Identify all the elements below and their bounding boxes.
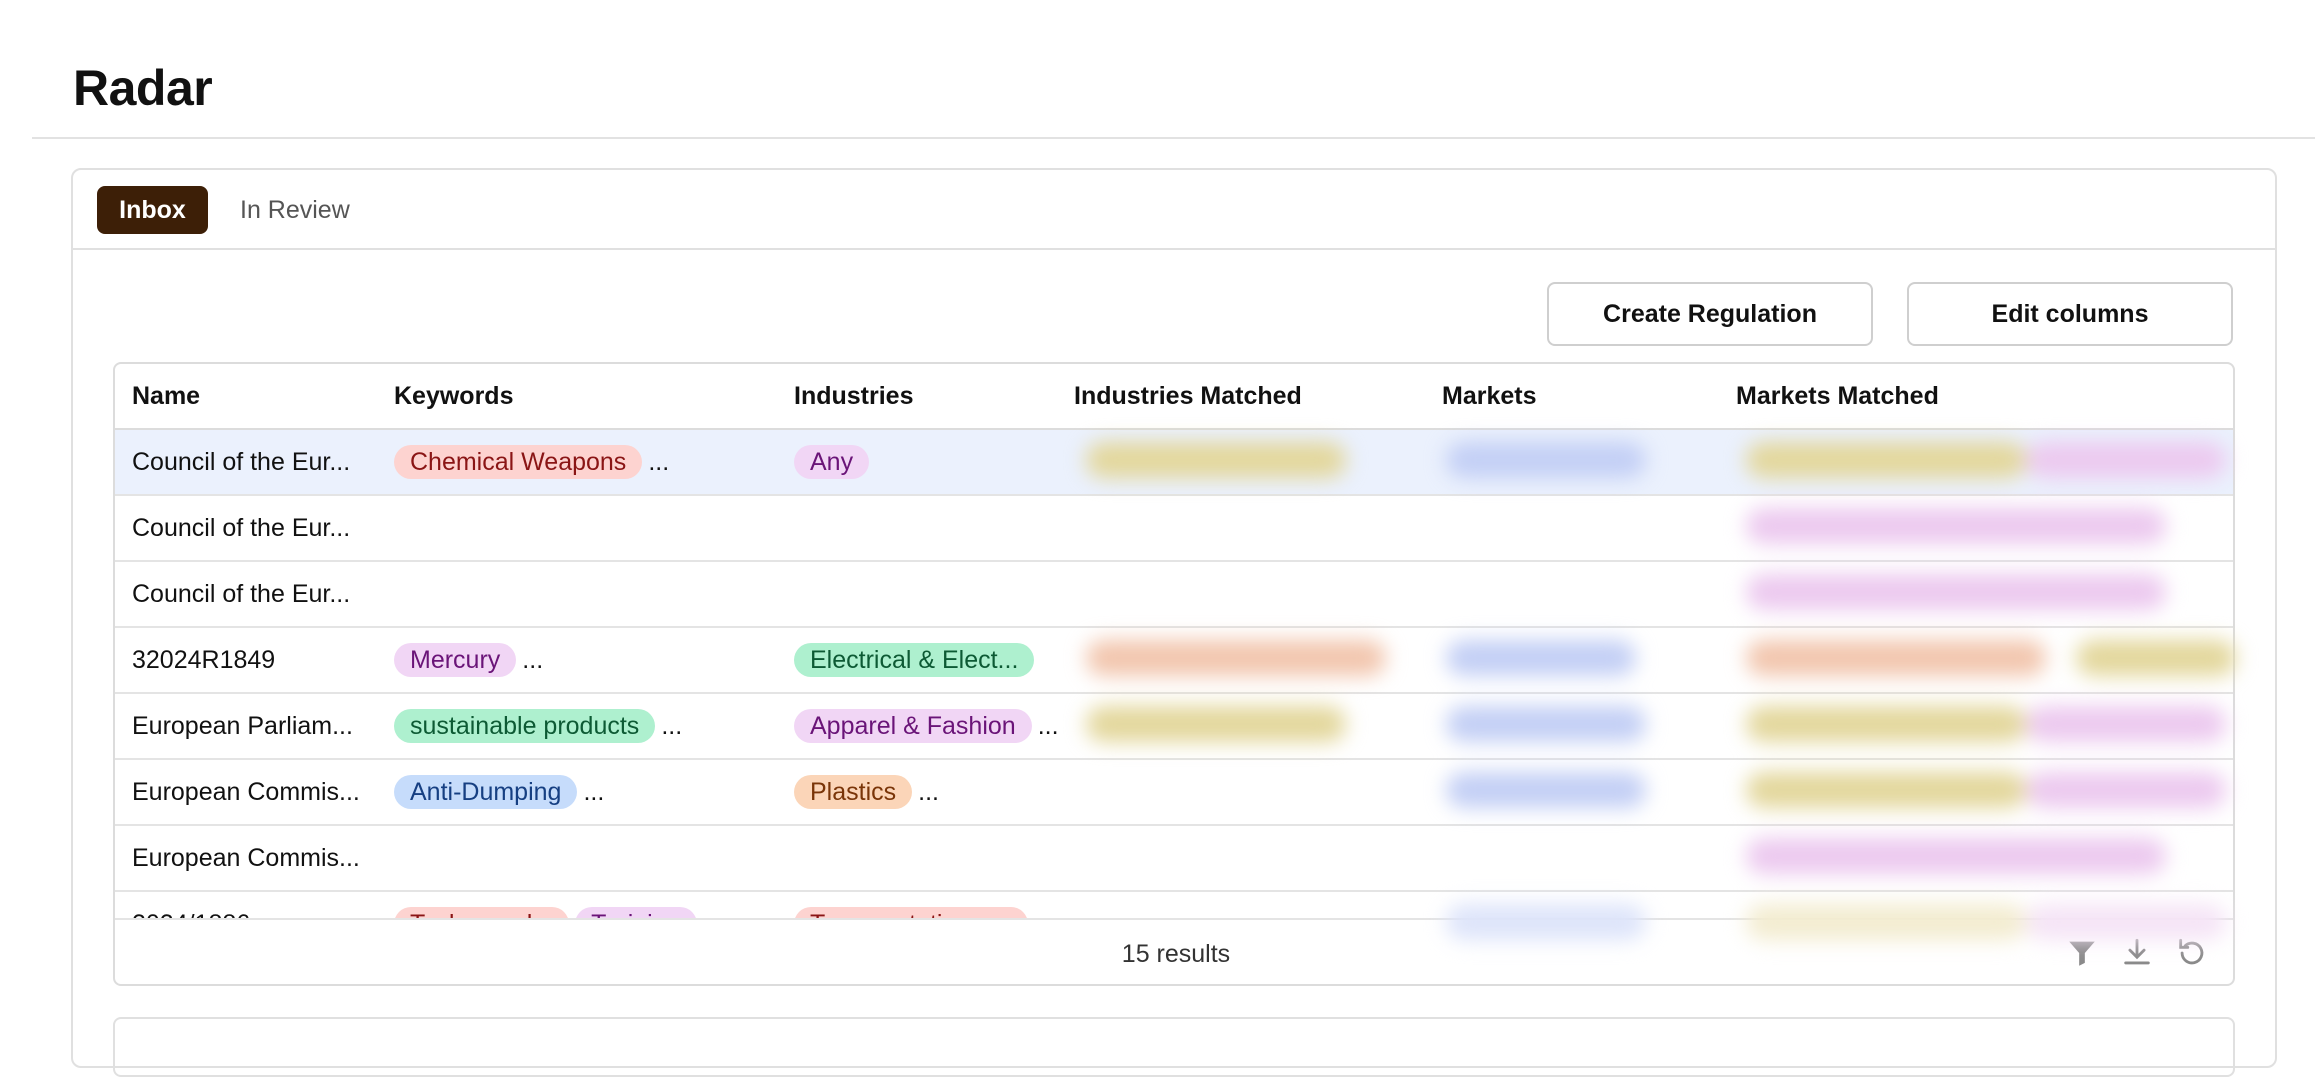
page-title: Radar: [73, 60, 213, 116]
industry-more: ...: [1037, 712, 1059, 740]
redacted-tag: [1746, 904, 2026, 940]
redacted-tag: [1746, 640, 2046, 676]
keyword-tag: Anti-Dumping: [394, 775, 578, 809]
industry-cell: Plastics...: [794, 760, 939, 824]
industry-cell: Any: [794, 430, 875, 494]
redacted-tag: [2026, 904, 2226, 940]
redacted-tag: [1086, 706, 1346, 742]
row-name: Council of the Eur...: [132, 580, 351, 608]
redacted-tag: [1746, 838, 2166, 874]
redacted-tag: [2026, 772, 2226, 808]
redacted-tag: [1446, 640, 1636, 676]
industry-cell: Electrical & Elect...: [794, 628, 1040, 692]
keyword-more: ...: [661, 712, 683, 740]
create-regulation-button[interactable]: Create Regulation: [1547, 282, 1873, 346]
keyword-cell: Tachographs Training: [394, 892, 703, 918]
redacted-tag: [1446, 706, 1646, 742]
redacted-tag: [2026, 706, 2226, 742]
column-header-markets-matched[interactable]: Markets Matched: [1736, 376, 1939, 416]
column-header-markets[interactable]: Markets: [1442, 376, 1537, 416]
industry-tag: Apparel & Fashion: [794, 709, 1032, 743]
keyword-tag: Mercury: [394, 643, 517, 677]
tab-in-review[interactable]: In Review: [240, 186, 350, 234]
keyword-tag: sustainable products: [394, 709, 656, 743]
keyword-cell: Chemical Weapons...: [394, 430, 669, 494]
redacted-tag: [2026, 442, 2226, 478]
keyword-tag: Tachographs: [394, 907, 570, 918]
redacted-tag: [1746, 706, 2026, 742]
keyword-more: ...: [648, 448, 670, 476]
download-icon[interactable]: [2120, 936, 2154, 970]
secondary-panel: [113, 1017, 2235, 1077]
industry-cell: Transportation a...: [794, 892, 1034, 918]
industry-tag: Electrical & Elect...: [794, 643, 1035, 677]
column-header-name[interactable]: Name: [132, 376, 200, 416]
redacted-tag: [2076, 640, 2236, 676]
redacted-tag: [1746, 772, 2026, 808]
column-header-industries[interactable]: Industries: [794, 376, 913, 416]
row-name: Council of the Eur...: [132, 514, 351, 542]
redacted-tag: [1086, 442, 1346, 478]
row-name: 32024R1849: [132, 646, 276, 674]
redacted-tag: [1746, 574, 2166, 610]
row-name: European Commis...: [132, 778, 360, 806]
redacted-tag: [1446, 772, 1646, 808]
industry-more: ...: [918, 778, 939, 806]
industry-cell: Apparel & Fashion...: [794, 694, 1059, 758]
redacted-tag: [1746, 508, 2166, 544]
redacted-matched-columns: [1066, 432, 2315, 940]
refresh-icon[interactable]: [2175, 936, 2209, 970]
edit-columns-button[interactable]: Edit columns: [1907, 282, 2233, 346]
redacted-tag: [1446, 442, 1646, 478]
industry-tag: Any: [794, 445, 870, 479]
column-header-industries-matched[interactable]: Industries Matched: [1074, 376, 1302, 416]
results-count: 15 results: [1121, 940, 1231, 968]
keyword-more: ...: [583, 778, 605, 806]
row-name: European Commis...: [132, 844, 360, 872]
header-divider: [32, 137, 2315, 139]
row-name: Council of the Eur...: [132, 448, 351, 476]
keyword-cell: sustainable products...: [394, 694, 682, 758]
keyword-cell: Mercury...: [394, 628, 543, 692]
row-name: 2024/1886: [132, 892, 250, 918]
redacted-tag: [1746, 442, 2026, 478]
tabbar-divider: [73, 248, 2275, 250]
filter-icon[interactable]: [2065, 936, 2099, 970]
industry-tag: Transportation a...: [794, 907, 1028, 918]
keyword-cell: Anti-Dumping...: [394, 760, 604, 824]
row-name: European Parliam...: [132, 712, 353, 740]
redacted-tag: [1086, 640, 1386, 676]
keyword-tag: Chemical Weapons: [394, 445, 643, 479]
tab-inbox[interactable]: Inbox: [97, 186, 208, 234]
keyword-tag: Training: [575, 907, 697, 918]
redacted-tag: [1446, 904, 1646, 940]
industry-tag: Plastics: [794, 775, 913, 809]
keyword-more: ...: [522, 646, 544, 674]
column-header-keywords[interactable]: Keywords: [394, 376, 513, 416]
